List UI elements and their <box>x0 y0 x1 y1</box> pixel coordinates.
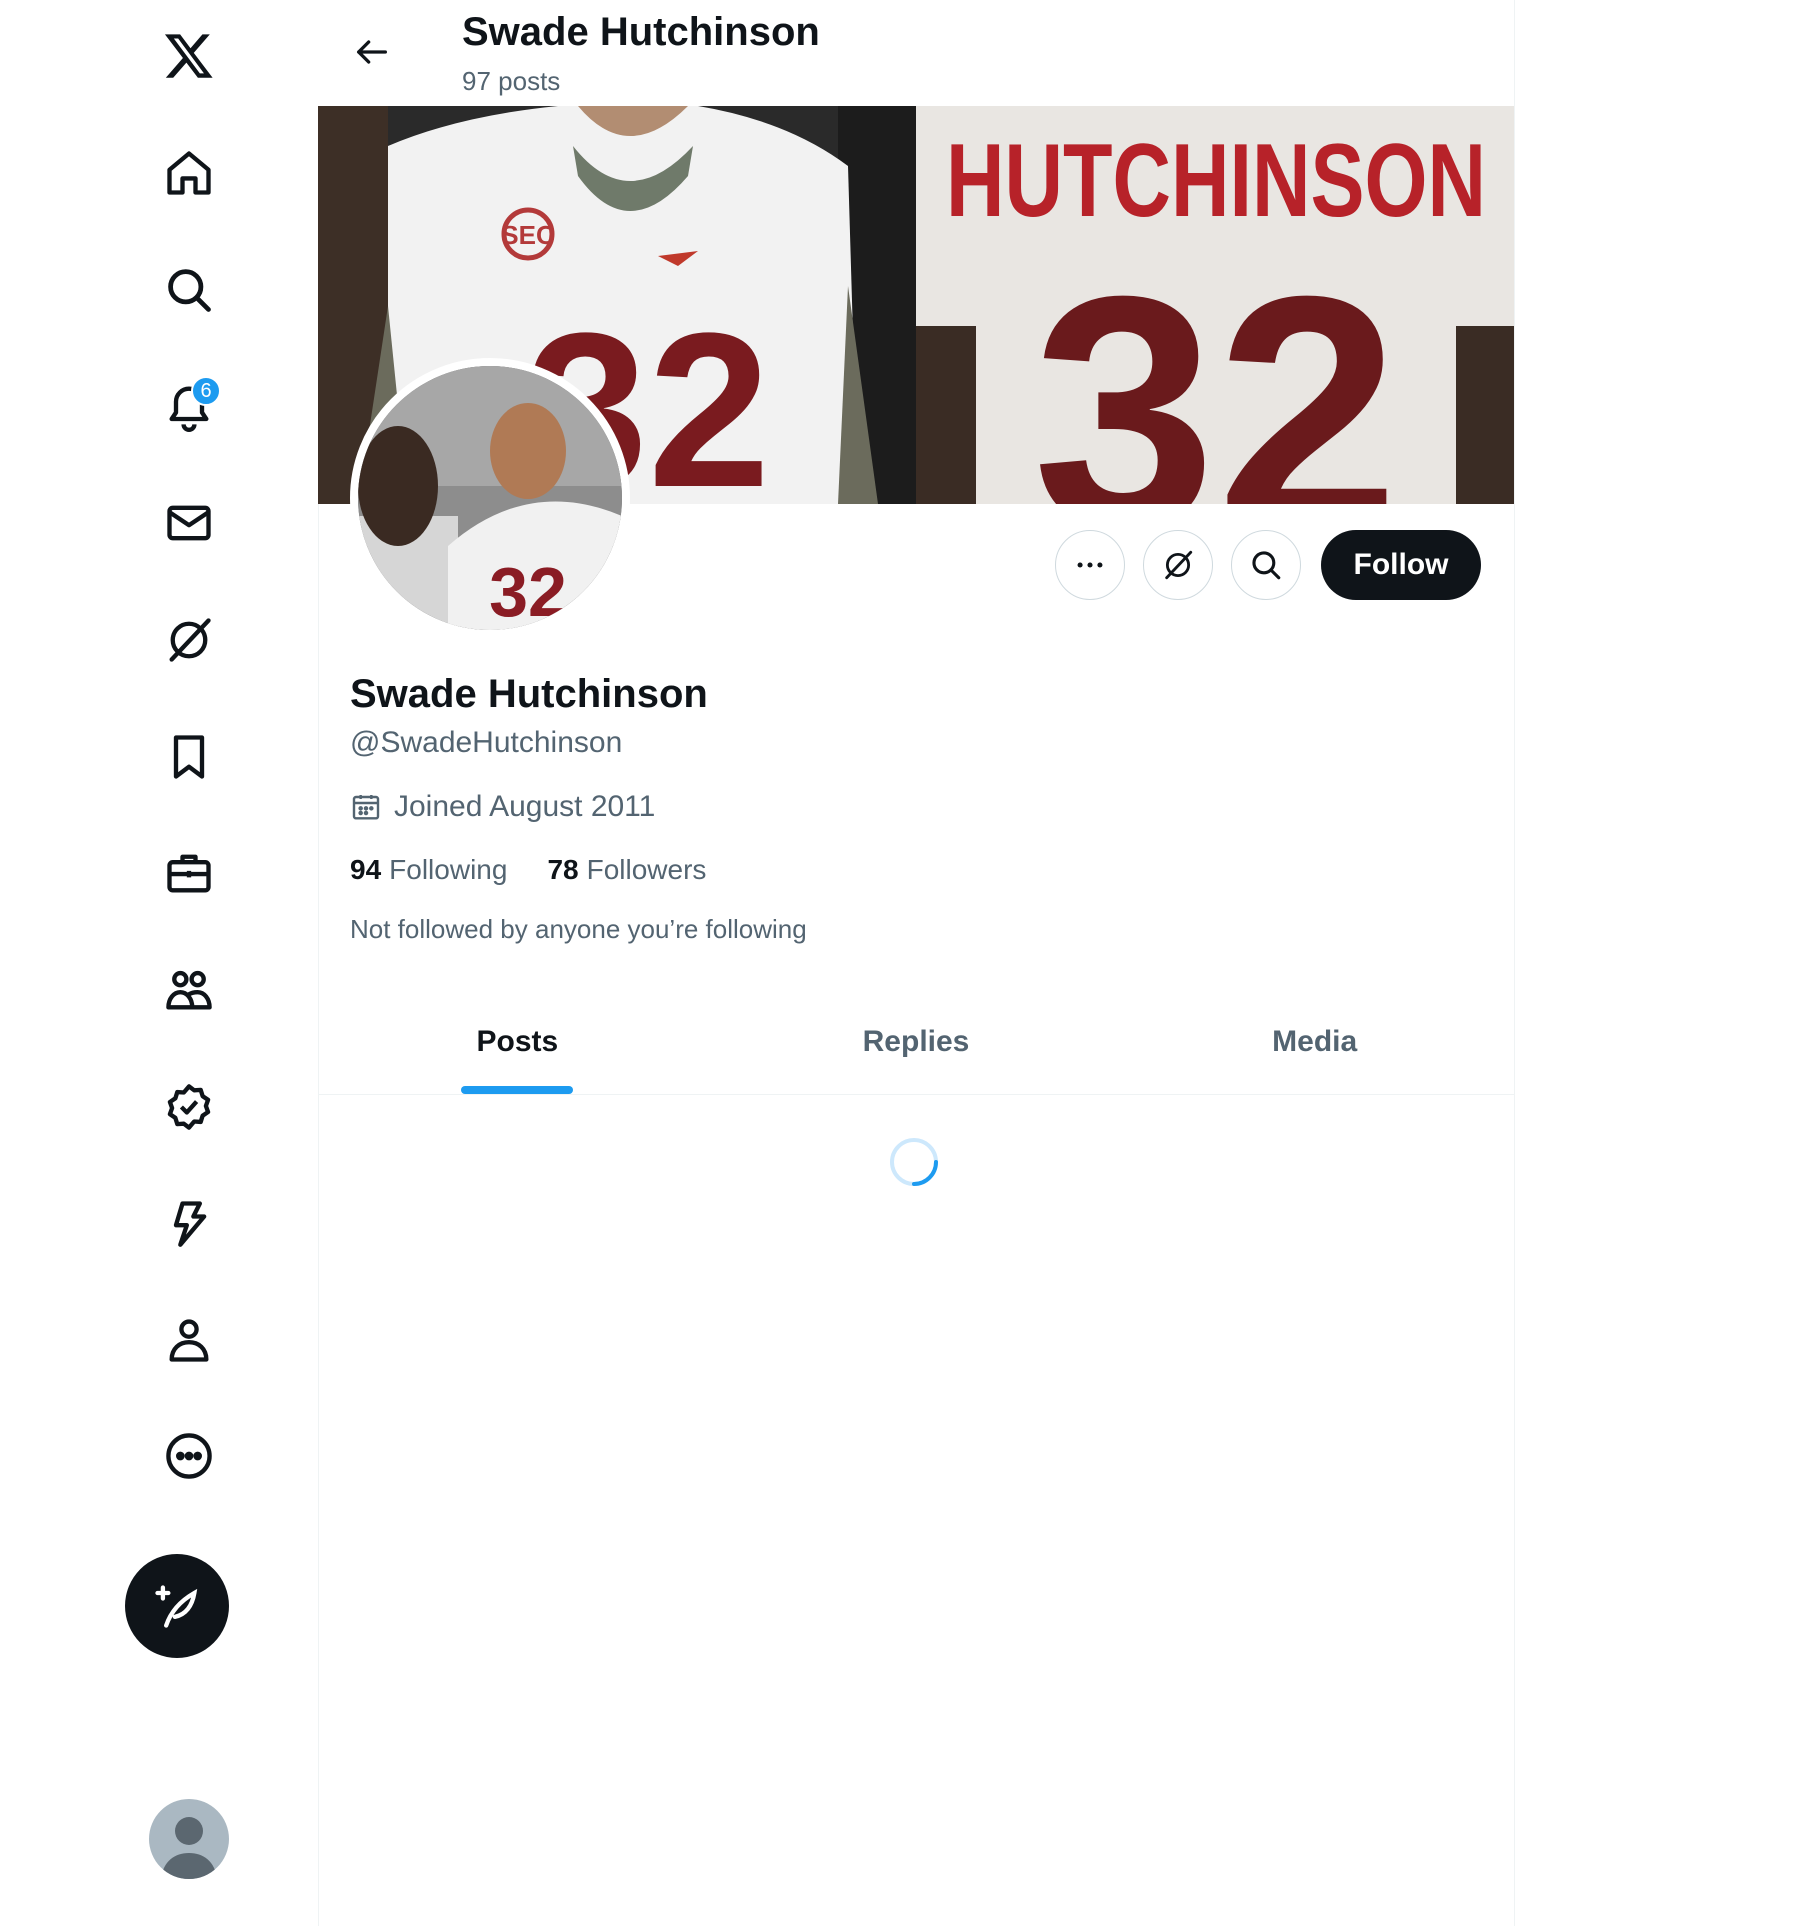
jersey-back-illustration: HUTCHINSON 32 <box>916 106 1514 504</box>
ellipsis-icon <box>1077 562 1103 568</box>
followers-count: 78 <box>547 854 579 885</box>
loading-spinner <box>888 1136 940 1188</box>
search-icon[interactable] <box>149 250 229 330</box>
bookmarks-icon[interactable] <box>149 717 229 797</box>
spinner-icon <box>890 1138 938 1186</box>
active-tab-indicator <box>461 1086 574 1094</box>
back-button[interactable] <box>348 28 396 76</box>
default-avatar-icon <box>161 1817 217 1879</box>
follow-button[interactable]: Follow <box>1321 530 1481 600</box>
following-label: Following <box>389 854 508 885</box>
tab-posts[interactable]: Posts <box>318 990 717 1094</box>
banner-jersey-name: HUTCHINSON <box>946 123 1486 239</box>
profile-stats: 94 Following 78 Followers <box>350 854 706 886</box>
profile-avatar[interactable]: 32 <box>350 358 630 638</box>
arrow-left-icon <box>357 40 387 64</box>
account-avatar[interactable] <box>149 1799 229 1879</box>
grok-icon <box>1165 550 1193 580</box>
tab-replies[interactable]: Replies <box>717 990 1116 1094</box>
jobs-briefcase-icon[interactable] <box>149 833 229 913</box>
x-logo-icon[interactable] <box>149 15 229 95</box>
profile-joined-date: Joined August 2011 <box>350 790 655 824</box>
following-count: 94 <box>350 854 382 885</box>
followers-link[interactable]: 78 Followers <box>547 854 706 886</box>
notifications-bell-icon[interactable]: 6 <box>149 366 229 446</box>
home-icon[interactable] <box>149 133 229 213</box>
profile-header-bar: Swade Hutchinson 97 posts <box>318 0 1514 106</box>
tab-media-label: Media <box>1272 1025 1358 1058</box>
profile-handle: @SwadeHutchinson <box>350 726 623 759</box>
banner-right-photo: HUTCHINSON 32 <box>916 106 1514 504</box>
search-icon <box>1252 551 1281 580</box>
following-link[interactable]: 94 Following <box>350 854 507 886</box>
profile-photo-illustration: 32 <box>358 366 622 630</box>
header-post-count: 97 posts <box>462 66 561 96</box>
verified-badge-icon[interactable] <box>149 1067 229 1147</box>
avatar-jersey-number: 32 <box>489 553 567 630</box>
more-actions-button[interactable] <box>1055 530 1125 600</box>
tab-posts-label: Posts <box>476 1025 559 1058</box>
followers-label: Followers <box>586 854 707 885</box>
mutual-followers-text: Not followed by anyone you’re following <box>350 914 807 944</box>
sidebar-nav: 6 <box>0 0 319 1926</box>
profile-column: Swade Hutchinson 97 posts SEC 32 HUTCHIN… <box>318 0 1515 1926</box>
premium-lightning-icon[interactable] <box>149 1183 229 1263</box>
more-options-icon[interactable] <box>149 1416 229 1496</box>
search-profile-button[interactable] <box>1231 530 1301 600</box>
profile-tabs: Posts Replies Media <box>318 990 1514 1095</box>
grok-icon[interactable] <box>149 600 229 680</box>
calendar-icon <box>352 795 380 820</box>
grok-profile-button[interactable] <box>1143 530 1213 600</box>
banner-number-right: 32 <box>1032 227 1399 504</box>
header-title: Swade Hutchinson <box>462 10 820 54</box>
tab-media[interactable]: Media <box>1115 990 1514 1094</box>
profile-display-name: Swade Hutchinson <box>350 672 708 716</box>
notification-count-badge: 6 <box>191 376 221 406</box>
x-logo-icon <box>164 34 213 78</box>
communities-icon[interactable] <box>149 950 229 1030</box>
profile-person-icon[interactable] <box>149 1300 229 1380</box>
joined-text: Joined August 2011 <box>394 790 656 823</box>
compose-post-button[interactable] <box>125 1554 229 1658</box>
banner-patch-text: SEC <box>501 220 555 250</box>
feather-plus-icon <box>155 1585 198 1628</box>
messages-envelope-icon[interactable] <box>149 483 229 563</box>
tab-replies-label: Replies <box>862 1025 970 1058</box>
